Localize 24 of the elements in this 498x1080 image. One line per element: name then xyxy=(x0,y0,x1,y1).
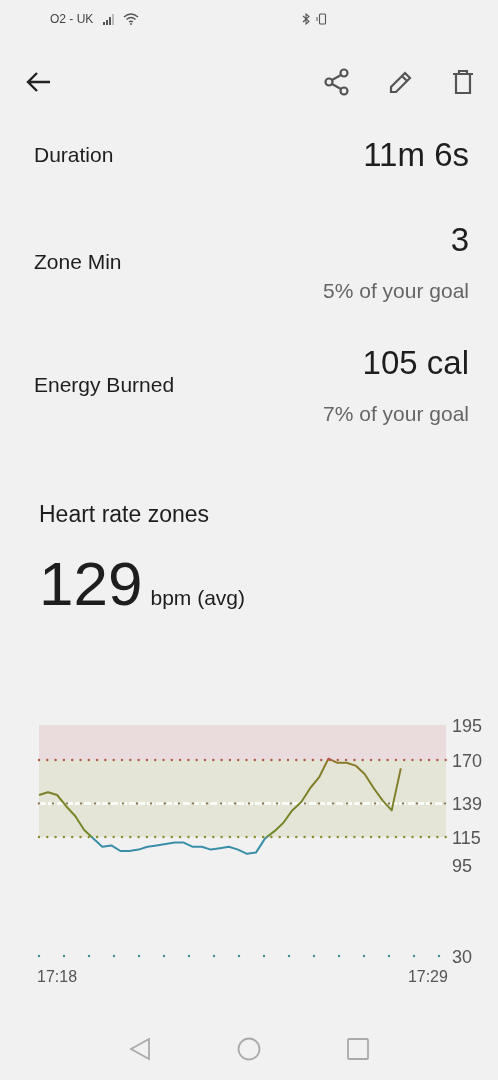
metric-value: 105 cal xyxy=(362,344,469,382)
metric-value: 3 xyxy=(450,221,469,259)
bluetooth-icon xyxy=(302,13,310,25)
section-title: Heart rate zones xyxy=(39,501,211,528)
wifi-icon xyxy=(123,13,140,25)
goal-progress-text: 7% of your goal xyxy=(323,402,469,426)
x-axis-label: 17:29 xyxy=(407,968,448,985)
x-axis-label: 17:18 xyxy=(37,968,78,985)
y-axis-label: 115 xyxy=(452,828,481,848)
metric-label: Energy Burned xyxy=(34,373,175,397)
y-axis-label: 95 xyxy=(452,856,473,876)
metric-value: 11m 6s xyxy=(363,136,469,174)
metric-label: Zone Min xyxy=(34,250,122,274)
y-axis-label: 139 xyxy=(452,794,483,815)
delete-button[interactable] xyxy=(450,67,476,97)
vibrate-icon xyxy=(316,13,328,25)
y-axis-label: 195 xyxy=(452,716,483,736)
goal-progress-text: 5% of your goal xyxy=(323,279,469,303)
average-heart-rate: 129 xyxy=(39,548,143,619)
carrier-name: O2 - UK xyxy=(50,12,94,26)
y-axis-label: 170 xyxy=(452,751,483,771)
y-axis-label: 30 xyxy=(452,947,473,967)
heart-rate-unit: bpm (avg) xyxy=(150,586,245,610)
metric-label: Duration xyxy=(34,143,114,167)
